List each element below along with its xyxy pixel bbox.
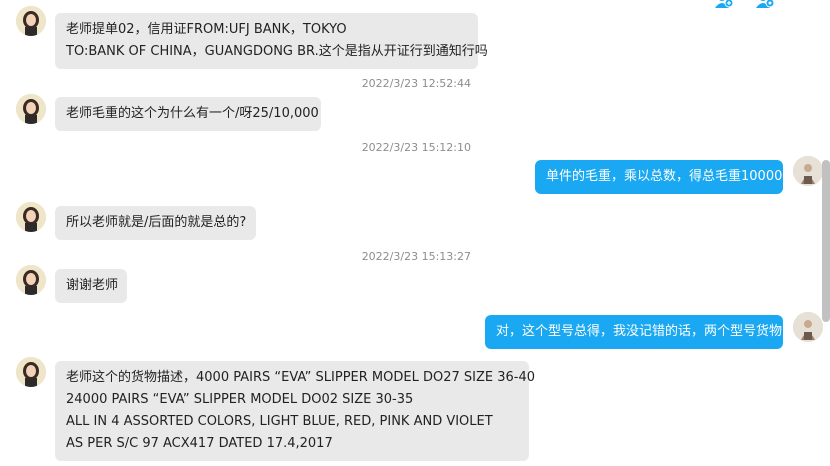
message-bubble[interactable]: 谢谢老师	[55, 269, 127, 303]
message-bubble[interactable]: 老师毛重的这个为什么有一个/呀25/10,000	[55, 97, 321, 131]
message-text: 老师这个的货物描述，4000 PAIRS “EVA” SLIPPER MODEL…	[66, 370, 535, 385]
avatar[interactable]	[793, 312, 823, 342]
avatar[interactable]	[16, 6, 46, 36]
message-timestamp: 2022/3/23 15:13:27	[361, 250, 471, 263]
message-timestamp: 2022/3/23 15:12:10	[361, 141, 471, 154]
message-text: ALL IN 4 ASSORTED COLORS, LIGHT BLUE, RE…	[66, 414, 493, 429]
user-add-icon[interactable]	[714, 0, 734, 8]
message-text: 所以老师就是/后面的就是总的?	[66, 215, 247, 230]
message-text: 24000 PAIRS “EVA” SLIPPER MODEL DO02 SIZ…	[66, 392, 414, 407]
message-text: 单件的毛重，乘以总数，得总毛重10000	[546, 169, 783, 184]
message-text: 老师毛重的这个为什么有一个/呀25/10,000	[66, 106, 319, 121]
message-text: 谢谢老师	[66, 278, 119, 293]
message-bubble[interactable]: 单件的毛重，乘以总数，得总毛重10000	[535, 160, 783, 194]
avatar[interactable]	[16, 202, 46, 232]
message-bubble[interactable]: 老师提单02，信用证FROM:UFJ BANK，TOKYO TO:BANK OF…	[55, 13, 488, 69]
avatar[interactable]	[793, 156, 823, 186]
message-text: AS PER S/C 97 ACX417 DATED 17.4,2017	[66, 436, 333, 451]
avatar[interactable]	[16, 265, 46, 295]
message-bubble[interactable]: 对，这个型号总得，我没记错的话，两个型号货物	[485, 315, 783, 349]
message-text: 老师提单02，信用证FROM:UFJ BANK，TOKYO	[66, 22, 347, 37]
scrollbar-thumb[interactable]	[822, 160, 830, 322]
chat-window: 老师提单02，信用证FROM:UFJ BANK，TOKYO TO:BANK OF…	[0, 0, 830, 466]
avatar[interactable]	[16, 357, 46, 387]
message-text: 对，这个型号总得，我没记错的话，两个型号货物	[496, 324, 783, 339]
message-bubble[interactable]: 所以老师就是/后面的就是总的?	[55, 206, 256, 240]
message-text: TO:BANK OF CHINA，GUANGDONG BR.这个是指从开证行到通…	[66, 44, 488, 59]
message-timestamp: 2022/3/23 12:52:44	[361, 77, 471, 90]
avatar[interactable]	[16, 94, 46, 124]
message-bubble[interactable]: 老师这个的货物描述，4000 PAIRS “EVA” SLIPPER MODEL…	[55, 361, 535, 461]
user-settings-icon[interactable]	[755, 0, 775, 8]
